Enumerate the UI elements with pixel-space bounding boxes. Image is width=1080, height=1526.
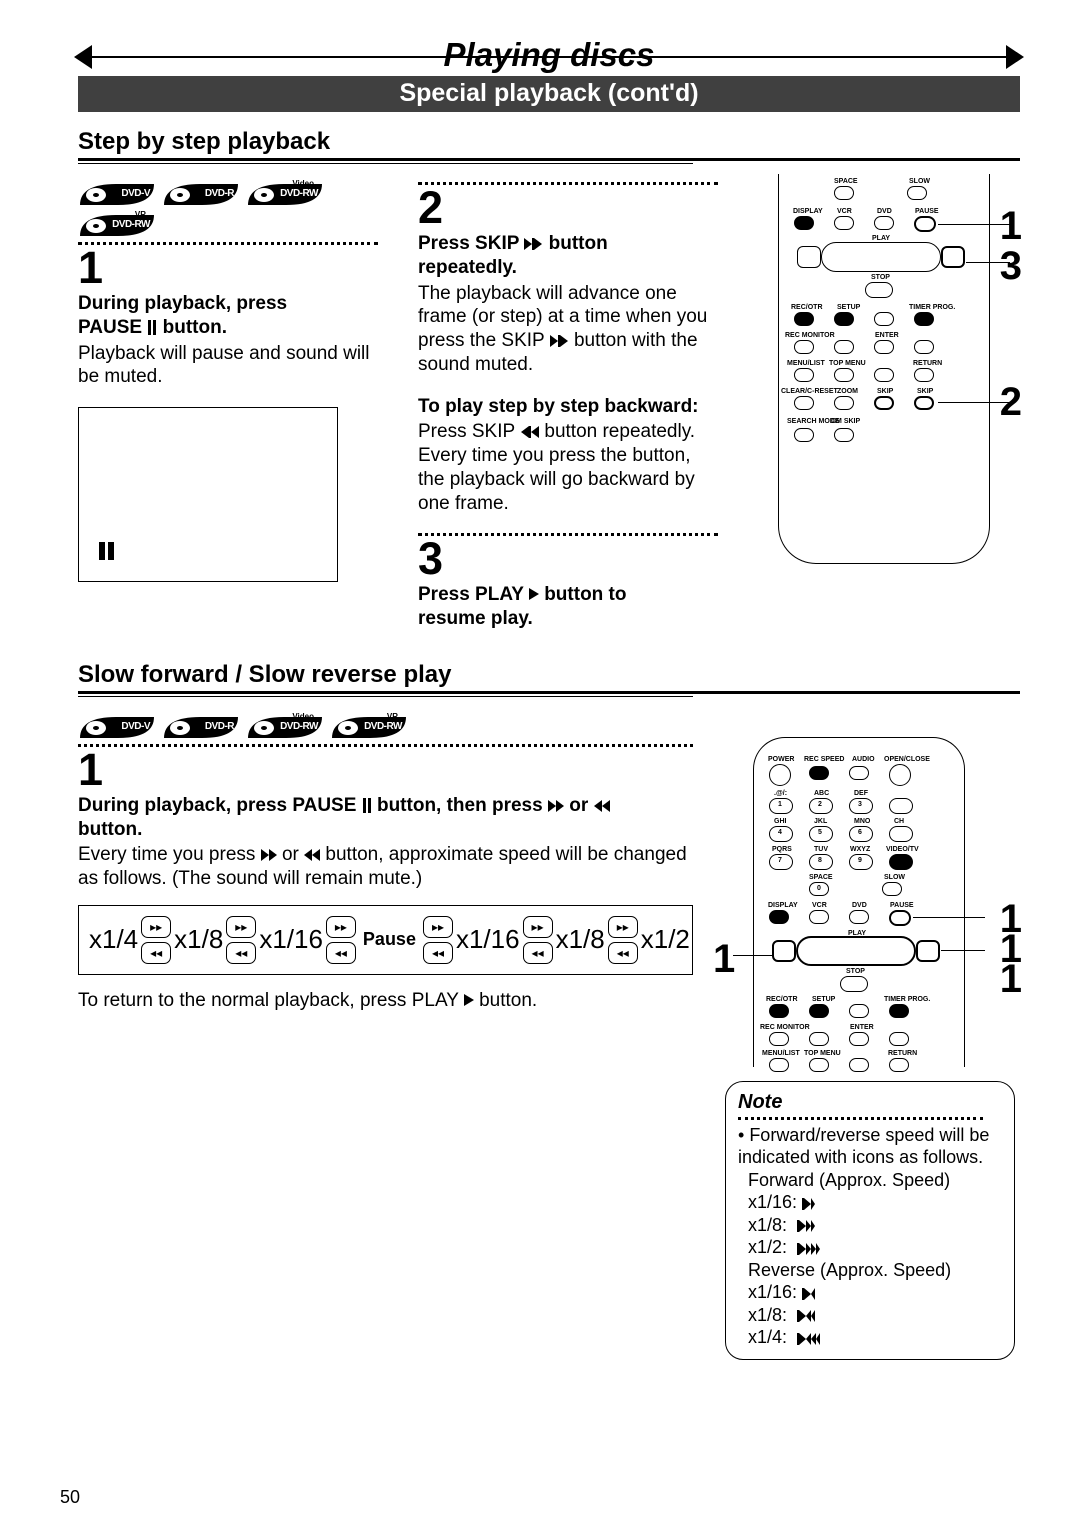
speed-label: x1/4 [89, 924, 138, 955]
slow-fwd-3-icon [797, 1236, 820, 1259]
step3-heading: Press PLAY button to resume play. [418, 583, 718, 631]
remote-illustration-top: SPACE SLOW DISPLAY VCR DVD PAUSE PLAY ST… [778, 174, 990, 564]
step-col-left: DVD-V DVD-R Video DVD-RW VR DVD-RW 1 Dur… [78, 174, 378, 633]
fast-forward-icon [548, 795, 564, 816]
ff-button-icon: ▸▸ [326, 916, 356, 938]
rule [78, 696, 693, 697]
speed-label: x1/16 [456, 924, 520, 955]
rw-button-icon: ◂◂ [326, 942, 356, 964]
slow-content-row: DVD-V DVD-R VideoDVD-RW VRDVD-RW 1 Durin… [78, 707, 1020, 1360]
skip-forward-icon [550, 330, 569, 351]
slow-step1-heading: During playback, press PAUSE button, the… [78, 794, 693, 842]
return-text: To return to the normal playback, press … [78, 989, 693, 1013]
rule [78, 158, 1020, 161]
sub-banner: Special playback (cont'd) [78, 76, 1020, 112]
badge-dvd-v: DVD-V [78, 182, 156, 207]
note-body: • Forward/reverse speed will be indicate… [738, 1124, 1010, 1349]
pause-icon [362, 795, 372, 816]
badge-dvd-r: DVD-R [162, 182, 240, 207]
slow-fwd-2-icon [797, 1214, 815, 1237]
step-col-mid: 2 Press SKIP button repeatedly. The play… [418, 174, 718, 633]
rewind-icon [304, 844, 320, 865]
step2-backward-body: Press SKIP button repeatedly. Every time… [418, 420, 718, 515]
note-box: Note • Forward/reverse speed will be ind… [725, 1081, 1015, 1360]
slow-col-right: POWER REC SPEED AUDIO OPEN/CLOSE .@/: AB… [733, 737, 1020, 1360]
step2-heading: Press SKIP button repeatedly. [418, 232, 718, 280]
slow-rev-1-icon [802, 1281, 815, 1304]
disc-badges: DVD-V DVD-R VideoDVD-RW VRDVD-RW [78, 715, 693, 740]
skip-backward-icon [520, 421, 539, 442]
badge-dvd-rw-video: VideoDVD-RW [246, 715, 324, 740]
step2-body: The playback will advance one frame (or … [418, 282, 718, 377]
speed-label: x1/2 [641, 924, 690, 955]
slow-rev-2-icon [797, 1304, 815, 1327]
slow-step1-body: Every time you press or button, approxim… [78, 843, 693, 891]
note-title: Note [738, 1090, 1010, 1115]
callout-1: 1 [1000, 957, 1022, 1002]
pause-icon [147, 317, 157, 338]
play-icon [529, 588, 539, 600]
step2-backward-heading: To play step by step back­ward: [418, 395, 718, 419]
badge-dvd-rw-vr: VRDVD-RW [330, 715, 408, 740]
rule [78, 163, 693, 164]
rw-button-icon: ◂◂ [423, 942, 453, 964]
header-band: Playing discs Special playback (cont'd) [78, 36, 1020, 112]
step1-number: 1 [78, 245, 378, 290]
callout-1: 1 [1000, 204, 1022, 249]
speed-label: x1/8 [556, 924, 605, 955]
step-col-right: SPACE SLOW DISPLAY VCR DVD PAUSE PLAY ST… [758, 174, 1020, 633]
rw-button-icon: ◂◂ [226, 942, 256, 964]
slow-fwd-1-icon [802, 1191, 815, 1214]
rule [78, 691, 1020, 694]
step2-number: 2 [418, 185, 718, 230]
step-content-row: DVD-V DVD-R Video DVD-RW VR DVD-RW 1 Dur… [78, 174, 1020, 633]
callout-3: 3 [1000, 244, 1022, 289]
slow-step1-number: 1 [78, 747, 693, 792]
ff-button-icon: ▸▸ [523, 916, 553, 938]
disc-badges: DVD-V DVD-R Video DVD-RW VR DVD-RW [78, 182, 378, 238]
rw-button-icon: ◂◂ [608, 942, 638, 964]
badge-dvd-rw-video: Video DVD-RW [246, 182, 324, 207]
pause-icon [99, 537, 114, 563]
slow-col-left: DVD-V DVD-R VideoDVD-RW VRDVD-RW 1 Durin… [78, 707, 693, 1360]
main-title: Playing discs [78, 36, 1020, 74]
tv-screen-illustration [78, 407, 338, 582]
slow-rev-3-icon [797, 1326, 820, 1349]
speed-label: x1/16 [259, 924, 323, 955]
fast-forward-icon [261, 844, 277, 865]
rw-button-icon: ◂◂ [141, 942, 171, 964]
step1-heading: During playback, press PAUSE button. [78, 292, 378, 340]
step-section-title: Step by step playback [78, 128, 1020, 156]
slow-section-title: Slow forward / Slow reverse play [78, 661, 1020, 689]
page-number: 50 [60, 1487, 80, 1508]
ff-button-icon: ▸▸ [423, 916, 453, 938]
badge-dvd-r: DVD-R [162, 715, 240, 740]
rewind-icon [594, 795, 610, 816]
rw-button-icon: ◂◂ [523, 942, 553, 964]
ff-button-icon: ▸▸ [226, 916, 256, 938]
speed-diagram: x1/4 ▸▸ ◂◂ x1/8 ▸▸ ◂◂ x1/16 ▸▸ ◂◂ Pause ▸▸ ◂… [78, 905, 693, 975]
step1-body: Playback will pause and sound will be mu… [78, 342, 378, 390]
speed-label: x1/8 [174, 924, 223, 955]
callout-1: 1 [713, 937, 735, 982]
ff-button-icon: ▸▸ [141, 916, 171, 938]
badge-dvd-rw-vr: VR DVD-RW [78, 213, 156, 238]
step3-number: 3 [418, 536, 718, 581]
play-icon [464, 994, 474, 1006]
ff-button-icon: ▸▸ [608, 916, 638, 938]
badge-dvd-v: DVD-V [78, 715, 156, 740]
remote-illustration-bottom: POWER REC SPEED AUDIO OPEN/CLOSE .@/: AB… [753, 737, 965, 1067]
skip-forward-icon [524, 233, 543, 254]
pause-label: Pause [363, 929, 416, 950]
